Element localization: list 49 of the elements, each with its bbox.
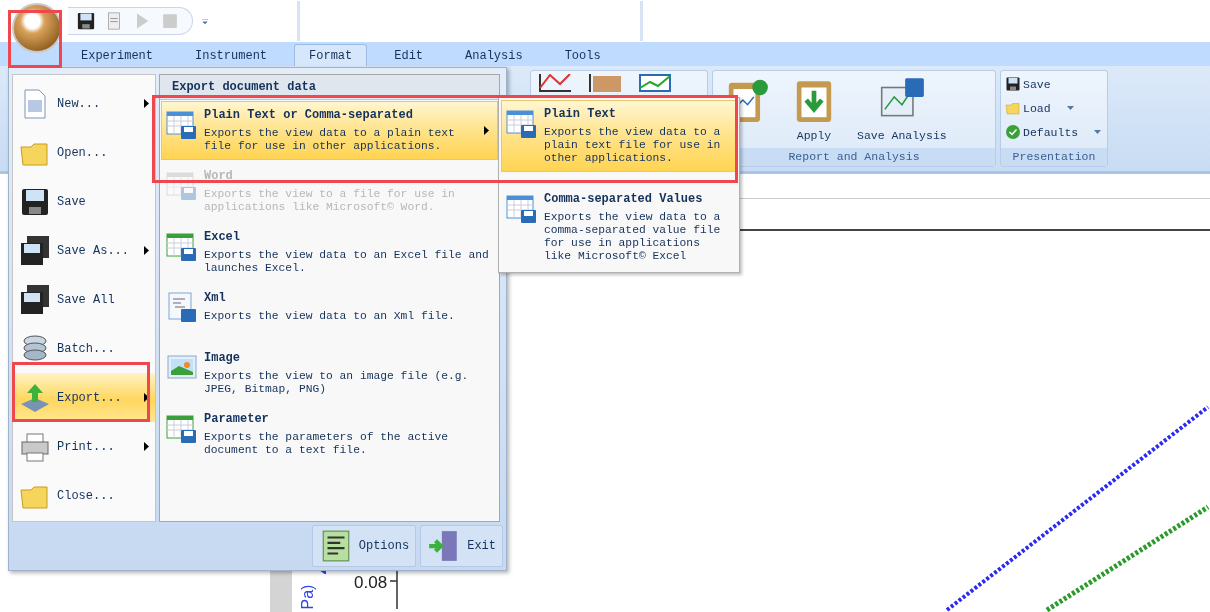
chart-icon [539,74,571,92]
ribbon-tab[interactable]: Format [294,44,368,66]
xml-file-icon [166,291,198,323]
ribbon-tab[interactable]: Analysis [450,44,538,66]
ribbon-tab[interactable]: Instrument [180,44,283,66]
floppy-disks-icon [19,234,51,267]
spreadsheet-floppy-icon [166,230,198,262]
ribbon-button[interactable]: Defaults [1005,121,1102,143]
options-button[interactable]: Options [311,525,417,567]
submenu-item[interactable]: Plain Text Exports the view data to a plain text file for use in other applications. [501,100,737,172]
menu-item[interactable]: Save [13,177,155,226]
ribbon-tab[interactable]: Experiment [66,44,168,66]
axis-tick-label: 0.08 [354,573,388,593]
spreadsheet-floppy-icon [166,108,198,140]
printer-icon [19,430,51,463]
ribbon-tab[interactable]: Tools [549,44,616,66]
axis-line [390,569,398,609]
chart-icon [639,74,671,92]
axis-label: Pa) [299,584,318,610]
export-option[interactable]: Excel Exports the view data to an Excel file and launches Excel. [161,223,498,282]
checkmark-icon [1005,124,1021,140]
ribbon-button[interactable]: Load [1005,97,1074,119]
menu-item[interactable]: Open... [13,128,155,177]
spreadsheet-floppy-icon [506,107,538,139]
export-option[interactable]: Plain Text or Comma-separated Exports the view data to a plain text file for use in other applications. [161,101,498,160]
export-option[interactable]: Xml Exports the view data to an Xml file. [161,284,498,342]
menu-item[interactable]: Batch... [13,324,155,373]
spreadsheet-floppy-icon [166,412,198,444]
spreadsheet-floppy-icon [506,192,538,224]
exit-button[interactable]: Exit [420,525,503,567]
export-option[interactable]: Parameter Exports the parameters of the active document to a text file. [161,405,498,464]
folder-icon [1005,100,1021,116]
menu-item[interactable]: Close... [13,471,155,520]
stop-icon [160,11,180,31]
menu-item[interactable]: Save All [13,275,155,324]
highlight-frame [8,10,62,68]
floppy-disks-icon [19,283,51,316]
ribbon-tab[interactable]: Edit [379,44,439,66]
spreadsheet-floppy-icon [166,169,198,201]
ribbon-button[interactable]: Save [1005,73,1051,95]
save-analysis-button[interactable]: Save Analysis [857,75,947,142]
menu-item[interactable]: New... [13,79,155,128]
menu-item[interactable]: Save As... [13,226,155,275]
apply-button[interactable]: Apply [789,75,839,142]
export-option[interactable]: Image Exports the view to an image file (e.g. JPEG, Bitmap, PNG) [161,344,498,403]
group-label: Presentation [1001,148,1107,166]
chart-icon [589,74,621,92]
menu-item[interactable]: Print... [13,422,155,471]
submenu-item[interactable]: Comma-separated Values Exports the view data to a comma-separated value file for use in applications like Microsoft© Excel [501,185,737,270]
